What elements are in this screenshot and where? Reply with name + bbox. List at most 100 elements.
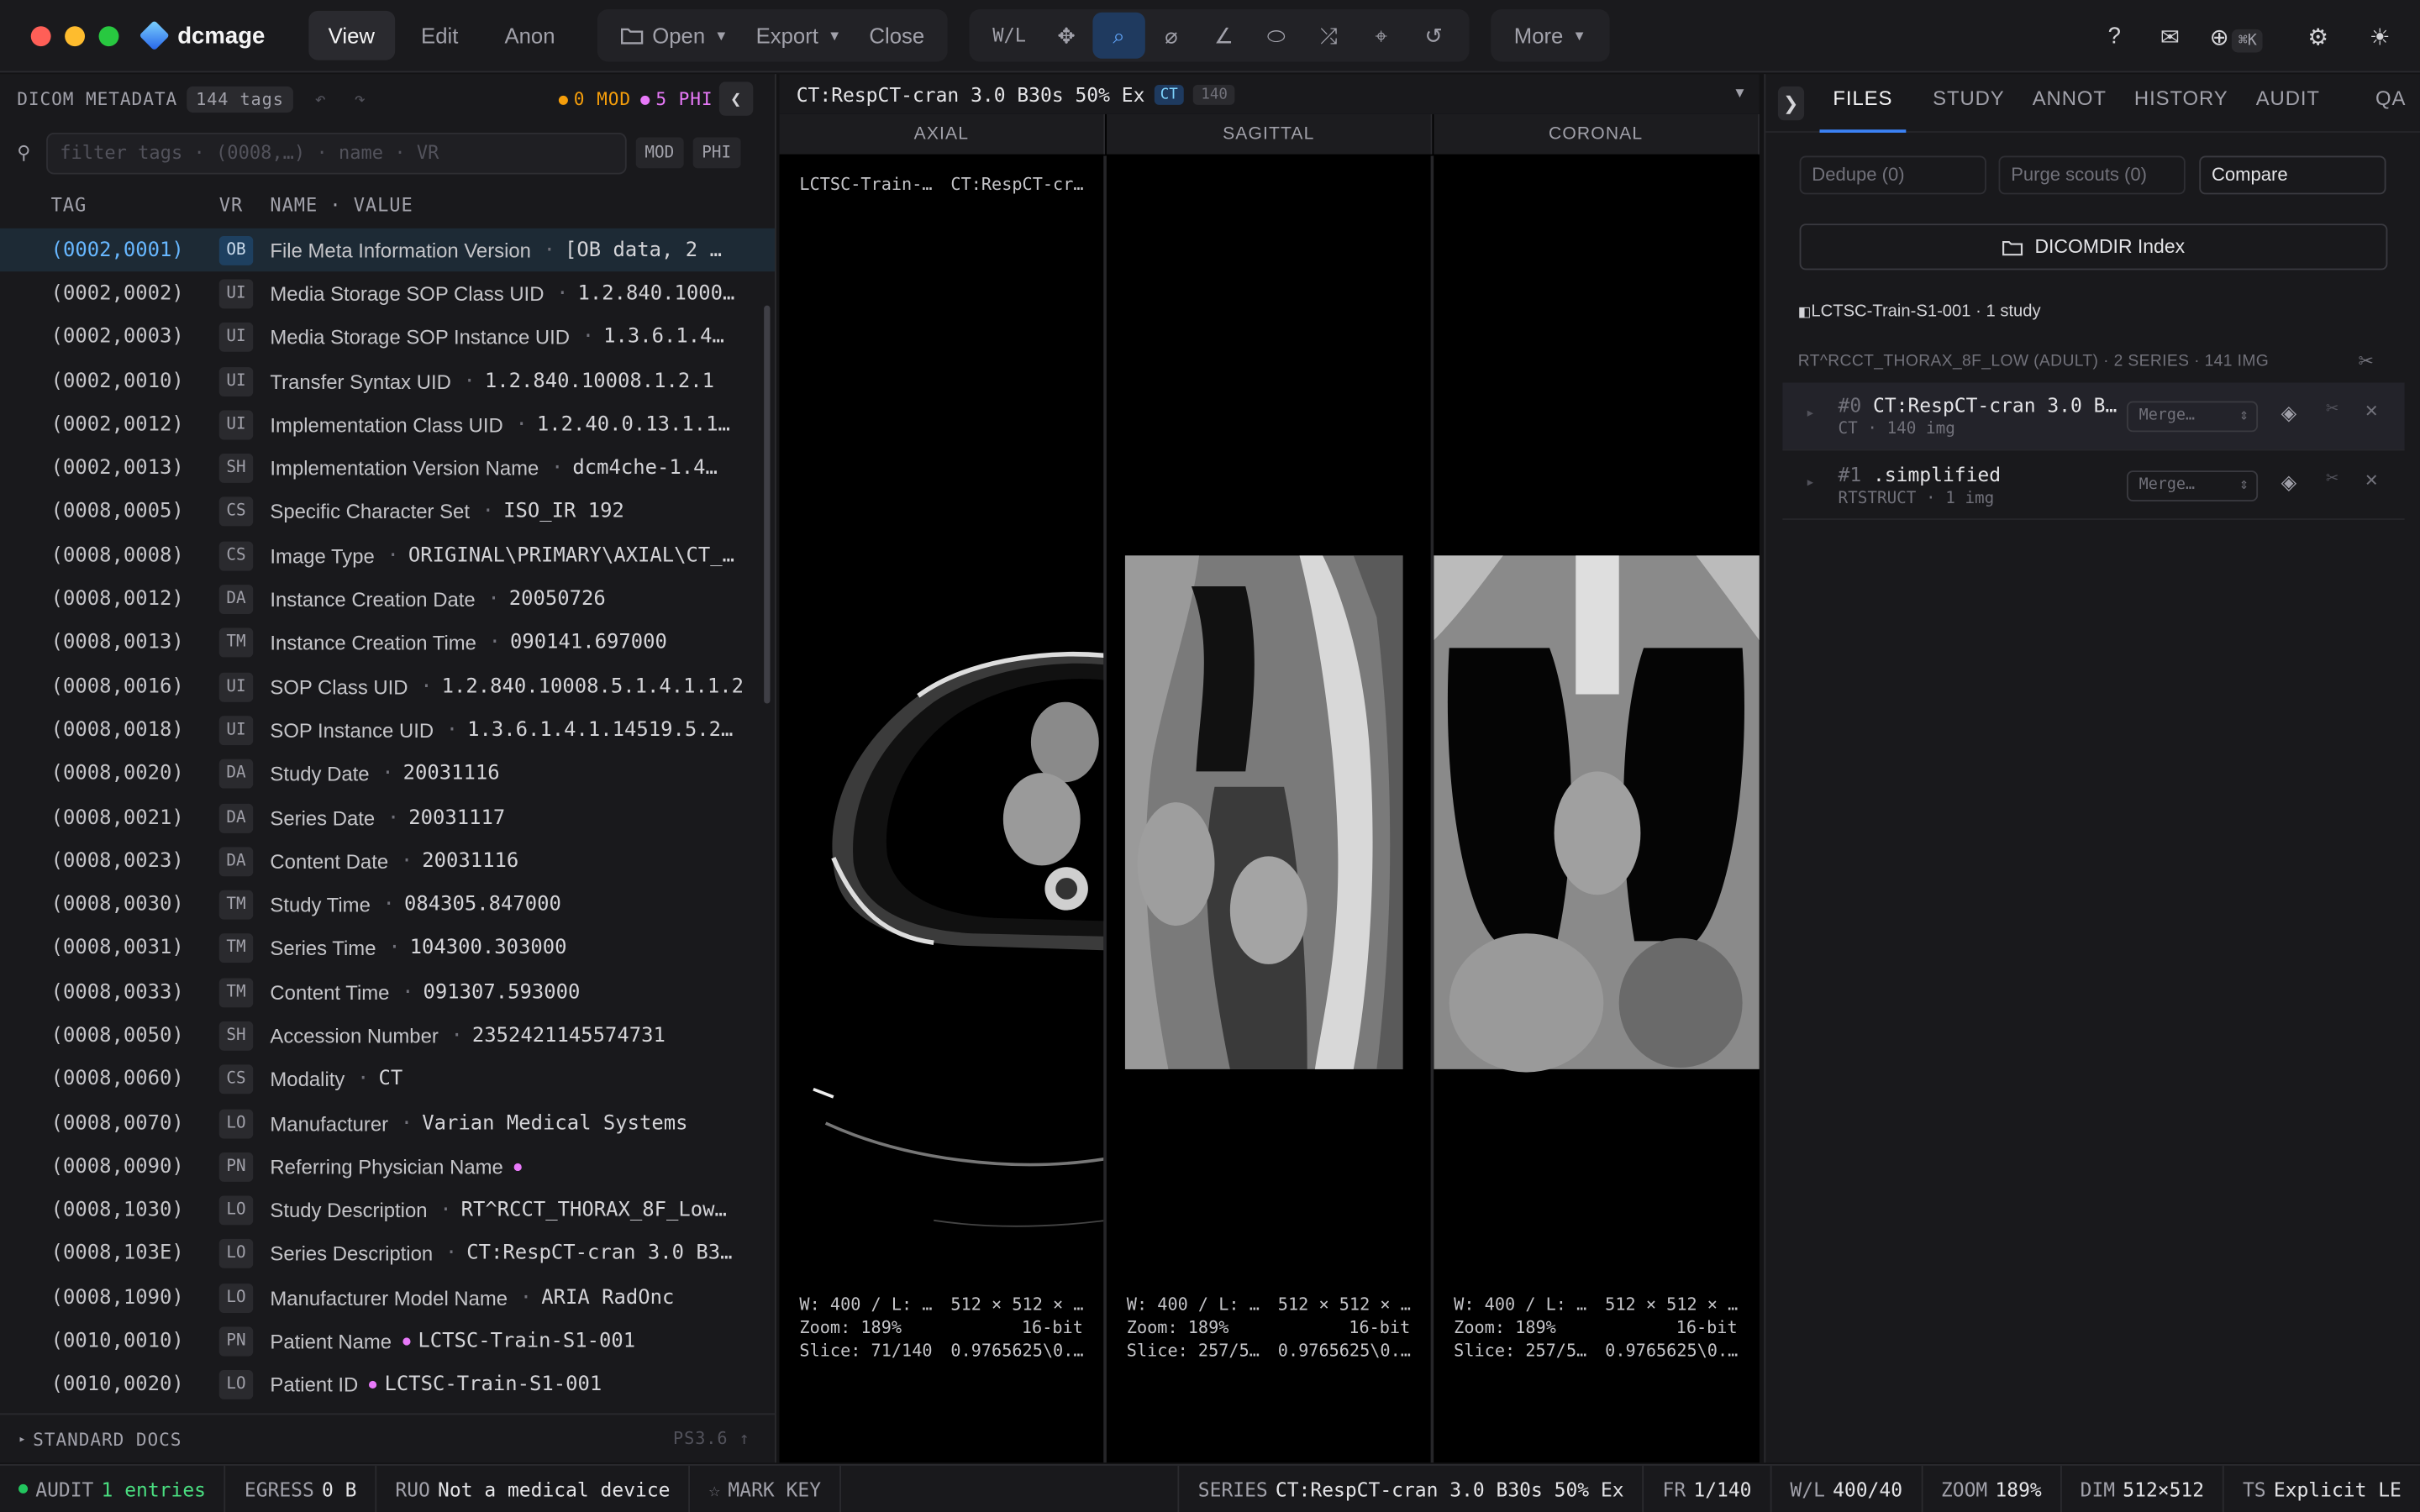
- tag-value: ORIGINAL\PRIMARY\AXIAL\CT_…: [408, 543, 735, 568]
- table-row[interactable]: (0002,0001) OB File Meta Information Versi…: [0, 228, 776, 272]
- close-window-button[interactable]: [30, 25, 51, 46]
- tab-anon[interactable]: Anon: [485, 11, 576, 60]
- table-row[interactable]: (0008,0020) DA Study Date · 20031116: [0, 753, 775, 796]
- series-row-0[interactable]: ▸ #0 CT:RespCT-cran 3.0 B… CT · 140 img …: [1782, 382, 2405, 451]
- probe-tool-button[interactable]: ⌖: [1355, 13, 1407, 59]
- theme-toggle[interactable]: ☀: [2352, 23, 2407, 50]
- phi-filter-button[interactable]: PHI: [692, 137, 741, 169]
- table-row[interactable]: (0008,0005) CS Specific Character Set · ISO_…: [0, 491, 775, 534]
- help-button[interactable]: ?: [2086, 24, 2142, 50]
- mark-key-button[interactable]: ☆ MARK KEY: [690, 1464, 841, 1512]
- more-button[interactable]: More ▼: [1500, 24, 1600, 48]
- table-row[interactable]: (0008,0033) TM Content Time · 091307.593000: [0, 970, 775, 1014]
- table-row[interactable]: (0008,0031) TM Series Time · 104300.303000: [0, 927, 775, 970]
- image-viewer: CT:RespCT-cran 3.0 B30s 50% Ex CT 140 ▼ …: [779, 74, 1760, 1463]
- table-row[interactable]: (0008,1090) LO Manufacturer Model Name · ARI…: [0, 1276, 775, 1320]
- filter-input[interactable]: filter tags · (0008,…) · name · VR: [45, 132, 627, 174]
- status-audit[interactable]: AUDIT 1 entries: [0, 1464, 226, 1512]
- wl-tool-button[interactable]: W/L: [978, 13, 1039, 59]
- split-icon[interactable]: ✂: [2326, 470, 2338, 487]
- minimize-window-button[interactable]: [65, 25, 86, 46]
- table-row[interactable]: (0008,0008) CS Image Type · ORIGINAL\PRIMARY…: [0, 534, 775, 578]
- collapse-right-button[interactable]: ❯: [1777, 85, 1804, 120]
- table-row[interactable]: (0008,103E) LO Series Description · CT:RespC…: [0, 1232, 775, 1276]
- standard-docs-bar[interactable]: ▸ STANDARD DOCS PS3.6 ↑: [0, 1413, 776, 1462]
- table-row[interactable]: (0008,0050) SH Accession Number · 2352421145…: [0, 1014, 775, 1058]
- tab-files[interactable]: FILES: [1818, 73, 1907, 133]
- tab-view[interactable]: View: [308, 10, 395, 60]
- table-row[interactable]: (0002,0002) UI Media Storage SOP Class UID…: [0, 272, 775, 316]
- table-row[interactable]: (0008,0016) UI SOP Class UID · 1.2.840.10008…: [0, 665, 775, 709]
- remove-icon[interactable]: ✕: [2365, 402, 2379, 421]
- purge-scouts-button[interactable]: Purge scouts (0): [1998, 155, 2186, 195]
- series-index: #0: [1838, 393, 1862, 417]
- tag-cell: (0008,0005): [50, 500, 184, 524]
- zoom-tool-button[interactable]: ⌕: [1092, 12, 1145, 59]
- command-palette-button[interactable]: ⊕ ⌘K: [2197, 23, 2275, 52]
- table-row[interactable]: (0008,0030) TM Study Time · 084305.847000: [0, 883, 775, 927]
- table-row[interactable]: (0008,0023) DA Content Date · 20031116: [0, 839, 775, 883]
- close-button[interactable]: Close: [855, 24, 939, 48]
- coronal-viewport[interactable]: W: 400 / L: … 512 × 512 × … Zoom: 189% 1…: [1434, 155, 1760, 1463]
- table-row[interactable]: (0008,0070) LO Manufacturer · Varian Medical…: [0, 1101, 775, 1145]
- table-row[interactable]: (0008,0018) UI SOP Instance UID · 1.3.6.1.4.…: [0, 709, 775, 753]
- table-row[interactable]: (0008,0021) DA Series Date · 20031117: [0, 795, 775, 839]
- table-row[interactable]: (0010,0010) PN Patient Name LCTSC-Train-S1-…: [0, 1320, 775, 1363]
- open-button[interactable]: Open ▼: [606, 24, 742, 48]
- study-node[interactable]: RT^RCCT_THORAX_8F_LOW (ADULT) · 2 SERIES…: [1798, 352, 2269, 370]
- series-dropdown-icon[interactable]: ▼: [1736, 87, 1744, 102]
- expand-icon[interactable]: ▸: [1807, 406, 1813, 420]
- crosshair-tool-button[interactable]: ⤮: [1302, 13, 1355, 59]
- mod-filter-button[interactable]: MOD: [635, 137, 684, 169]
- redo-button[interactable]: ↷: [355, 88, 366, 110]
- table-row[interactable]: (0002,0013) SH Implementation Version Name…: [0, 447, 775, 491]
- tab-history[interactable]: HISTORY: [2120, 73, 2242, 132]
- merge-select[interactable]: Merge… ⇕: [2126, 401, 2259, 433]
- split-icon[interactable]: ✂: [2326, 402, 2338, 418]
- scissors-icon[interactable]: ✂: [2358, 350, 2373, 372]
- settings-button[interactable]: ⚙: [2291, 23, 2346, 50]
- status-dim: DIM 512×512: [2062, 1464, 2224, 1512]
- axial-viewport[interactable]: LCTSC-Train-… CT:RespCT-cr… W: 400 / L: …: [779, 155, 1107, 1463]
- tab-study[interactable]: STUDY: [1919, 73, 2019, 132]
- sagittal-viewport[interactable]: W: 400 / L: … 512 × 512 × … Zoom: 189% 1…: [1106, 155, 1434, 1463]
- maximize-window-button[interactable]: [98, 25, 119, 46]
- table-row[interactable]: (0008,0060) CS Modality · CT: [0, 1058, 775, 1101]
- layers-icon[interactable]: ◈: [2281, 470, 2296, 495]
- table-row[interactable]: (0008,0012) DA Instance Creation Date · 2005…: [0, 578, 775, 622]
- table-row[interactable]: (0008,0090) PN Referring Physician Name: [0, 1145, 775, 1189]
- remove-icon[interactable]: ✕: [2365, 470, 2379, 491]
- tag-cell: (0008,0021): [50, 806, 184, 830]
- collapse-left-button[interactable]: ❮: [718, 81, 754, 116]
- layers-icon[interactable]: ◈: [2281, 402, 2296, 426]
- tag-value: 20031116: [422, 849, 519, 874]
- patient-node[interactable]: ◧LCTSC-Train-S1-001 · 1 study: [1798, 302, 2041, 321]
- angle-tool-button[interactable]: ∠: [1197, 13, 1249, 59]
- table-row[interactable]: (0002,0012) UI Implementation Class UID · 1.…: [0, 403, 775, 447]
- ruo-value: Not a medical device: [438, 1477, 671, 1501]
- dicomdir-index-button[interactable]: DICOMDIR Index: [1799, 223, 2388, 270]
- table-row[interactable]: (0008,0013) TM Instance Creation Time · 0901…: [0, 622, 775, 665]
- ellipse-tool-button[interactable]: ⬭: [1250, 13, 1302, 59]
- dedupe-button[interactable]: Dedupe (0): [1799, 155, 1986, 195]
- export-button[interactable]: Export ▼: [742, 24, 855, 48]
- expand-icon[interactable]: ▸: [1807, 475, 1813, 490]
- table-scrollbar[interactable]: [764, 305, 771, 704]
- table-row[interactable]: (0010,0020) LO Patient ID LCTSC-Train-S1-00…: [0, 1363, 775, 1407]
- length-tool-button[interactable]: ⌀: [1145, 13, 1197, 59]
- merge-select[interactable]: Merge… ⇕: [2126, 470, 2259, 501]
- tab-annot[interactable]: ANNOT: [2018, 73, 2120, 132]
- undo-button[interactable]: ↶: [315, 88, 327, 110]
- compare-button[interactable]: Compare: [2199, 155, 2386, 195]
- mail-button[interactable]: ✉: [2142, 23, 2197, 50]
- tag-value: dcm4che-1.4…: [572, 456, 718, 480]
- series-row-1[interactable]: ▸ #1 .simplified RTSTRUCT · 1 img Merge……: [1782, 452, 2405, 520]
- table-row[interactable]: (0008,1030) LO Study Description · RT^RCCT_T…: [0, 1189, 775, 1232]
- tab-audit[interactable]: AUDIT: [2242, 73, 2333, 132]
- reset-tool-button[interactable]: ↺: [1407, 13, 1460, 59]
- tab-qa[interactable]: QA: [2362, 73, 2420, 132]
- pan-tool-button[interactable]: ✥: [1040, 13, 1092, 59]
- table-row[interactable]: (0002,0010) UI Transfer Syntax UID · 1.2.840…: [0, 360, 775, 403]
- tab-edit[interactable]: Edit: [401, 11, 478, 60]
- table-row[interactable]: (0002,0003) UI Media Storage SOP Instance …: [0, 316, 775, 360]
